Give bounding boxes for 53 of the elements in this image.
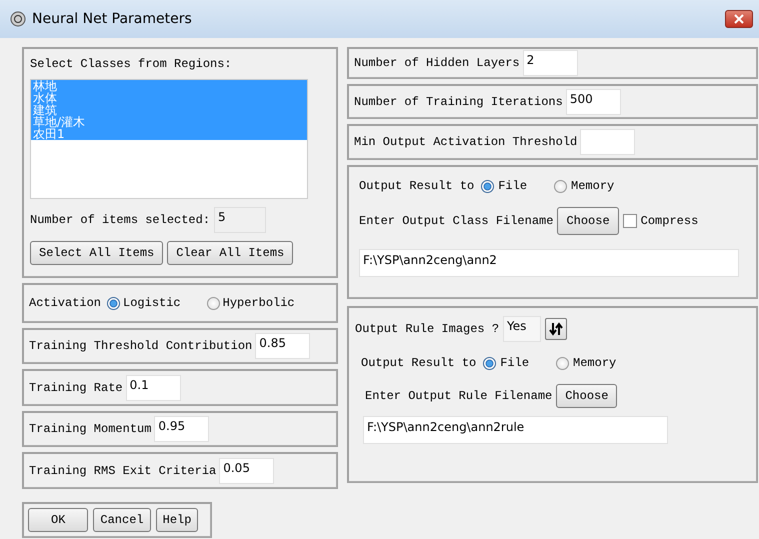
choose-button[interactable]: Choose bbox=[556, 384, 618, 408]
field-label: Number of Hidden Layers bbox=[354, 56, 520, 70]
field-label: Output Result to bbox=[359, 179, 474, 193]
value-field[interactable]: 2 bbox=[522, 50, 578, 76]
radio-button[interactable] bbox=[481, 180, 494, 192]
option-label: Memory bbox=[573, 356, 616, 370]
toggle-button[interactable] bbox=[545, 318, 568, 340]
field-label: Training Threshold Contribution bbox=[29, 339, 252, 353]
path-field[interactable]: F:\YSP\ann2ceng\ann2rule bbox=[363, 416, 668, 444]
app-icon bbox=[10, 11, 26, 27]
value-field[interactable]: 0.85 bbox=[255, 333, 310, 359]
field-label: Output Rule Images ? bbox=[355, 322, 500, 336]
checkbox-label: Compress bbox=[640, 214, 698, 228]
field-label: Training RMS Exit Criteria bbox=[29, 464, 216, 478]
choose-button[interactable]: Choose bbox=[557, 207, 619, 235]
value-field[interactable]: 500 bbox=[566, 88, 621, 114]
radio-button[interactable] bbox=[107, 296, 120, 310]
field-label: Activation bbox=[29, 296, 102, 310]
panel-label: Select Classes from Regions: bbox=[30, 57, 233, 71]
action-button[interactable]: Select All Items bbox=[30, 241, 164, 265]
action-button[interactable]: Clear All Items bbox=[167, 241, 294, 265]
option-label: Memory bbox=[571, 179, 614, 193]
dialog-button[interactable]: Help bbox=[156, 508, 198, 532]
field-label: Number of items selected: bbox=[30, 213, 210, 227]
radio-button[interactable] bbox=[483, 356, 496, 370]
close-button[interactable] bbox=[725, 10, 753, 28]
close-icon bbox=[734, 14, 744, 24]
field-label: Enter Output Class Filename bbox=[359, 214, 554, 228]
field-label: Training Momentum bbox=[29, 422, 152, 436]
sort-arrows-icon bbox=[549, 322, 564, 336]
radio-button[interactable] bbox=[554, 180, 568, 192]
checkbox[interactable] bbox=[622, 214, 637, 228]
value-field[interactable]: Yes bbox=[503, 316, 542, 342]
option-label: Hyperbolic bbox=[222, 296, 295, 310]
count-field[interactable]: 5 bbox=[214, 207, 266, 233]
radio-button[interactable] bbox=[206, 296, 220, 310]
value-field[interactable]: 0.05 bbox=[219, 458, 274, 484]
value-field[interactable]: 0.1 bbox=[126, 374, 181, 400]
option-label: File bbox=[498, 179, 528, 193]
field-label: Output Result to bbox=[361, 356, 476, 370]
dialog-button[interactable]: OK bbox=[28, 508, 88, 532]
value-field[interactable]: 0.95 bbox=[154, 416, 210, 442]
field-label: Training Rate bbox=[29, 380, 123, 394]
window-title: Neural Net Parameters bbox=[32, 11, 193, 27]
option-label: Logistic bbox=[123, 296, 181, 310]
radio-button[interactable] bbox=[556, 356, 570, 370]
value-field[interactable] bbox=[580, 129, 636, 155]
path-field[interactable]: F:\YSP\ann2ceng\ann2 bbox=[359, 249, 739, 277]
field-label: Number of Training Iterations bbox=[354, 94, 563, 108]
field-label: Min Output Activation Threshold bbox=[354, 135, 578, 149]
dialog-button[interactable]: Cancel bbox=[93, 508, 151, 532]
option-label: File bbox=[500, 356, 530, 370]
field-label: Enter Output Rule Filename bbox=[365, 389, 552, 403]
